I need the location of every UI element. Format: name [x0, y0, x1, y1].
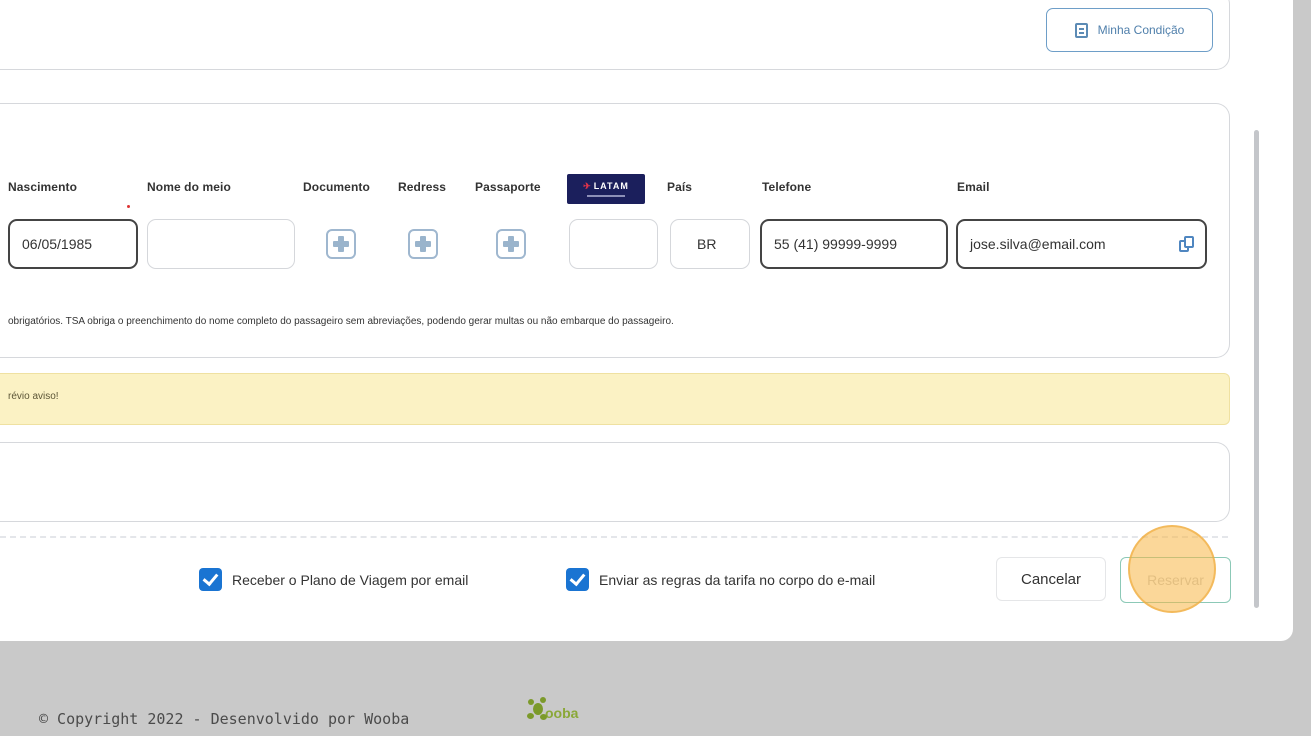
copyright-text: © Copyright 2022 - Desenvolvido por Woob…: [39, 710, 410, 728]
scrollbar-thumb[interactable]: [1254, 130, 1259, 608]
warning-text: révio aviso!: [8, 391, 59, 402]
main-panel: Minha Condição Nascimento Nome do meio D…: [0, 0, 1293, 641]
add-document-button[interactable]: [326, 229, 356, 259]
tsa-note: obrigatórios. TSA obriga o preenchimento…: [8, 316, 674, 327]
cancel-button[interactable]: Cancelar: [996, 557, 1106, 601]
minha-condicao-button[interactable]: Minha Condição: [1046, 8, 1213, 52]
plus-icon: [333, 236, 349, 252]
empty-card: [0, 442, 1230, 522]
reserve-button[interactable]: Reservar: [1120, 557, 1231, 603]
scrollbar[interactable]: [1250, 130, 1264, 610]
loyalty-number-input[interactable]: [569, 219, 658, 269]
warning-banner: [0, 373, 1230, 425]
label-nascimento: Nascimento: [8, 180, 78, 194]
latam-logo: ✈ LATAM: [567, 174, 645, 204]
label-pais: País: [667, 180, 693, 194]
send-rules-checkbox[interactable]: Enviar as regras da tarifa no corpo do e…: [566, 568, 875, 591]
label-nome-do-meio: Nome do meio: [147, 180, 231, 194]
plus-icon: [503, 236, 519, 252]
divider: [0, 536, 1228, 538]
latam-logo-text: LATAM: [593, 181, 629, 191]
label-passaporte: Passaporte: [475, 180, 541, 194]
label-redress: Redress: [398, 180, 447, 194]
wooba-logo-text: ooba: [545, 705, 579, 721]
country-input[interactable]: BR: [670, 219, 750, 269]
add-passport-button[interactable]: [496, 229, 526, 259]
phone-input[interactable]: 55 (41) 99999-9999: [760, 219, 948, 269]
latam-mark-icon: ✈: [583, 181, 592, 191]
email-input[interactable]: jose.silva@email.com: [956, 219, 1207, 269]
wooba-logo: ooba: [527, 697, 578, 721]
required-marker: [127, 205, 130, 208]
label-telefone: Telefone: [762, 180, 812, 194]
label-email: Email: [957, 180, 990, 194]
plus-icon: [415, 236, 431, 252]
label-documento: Documento: [303, 180, 370, 194]
document-icon: [1074, 22, 1088, 38]
checkbox-checked-icon: [199, 568, 222, 591]
copy-icon[interactable]: [1178, 236, 1196, 254]
add-redress-button[interactable]: [408, 229, 438, 259]
birth-date-input[interactable]: 06/05/1985: [8, 219, 138, 269]
middle-name-input[interactable]: [147, 219, 295, 269]
send-rules-label: Enviar as regras da tarifa no corpo do e…: [599, 571, 876, 588]
send-plan-checkbox[interactable]: Receber o Plano de Viagem por email: [199, 568, 468, 591]
send-plan-label: Receber o Plano de Viagem por email: [232, 571, 469, 588]
frog-logo-icon: [527, 697, 547, 721]
minha-condicao-label: Minha Condição: [1097, 23, 1185, 37]
checkbox-checked-icon: [566, 568, 589, 591]
